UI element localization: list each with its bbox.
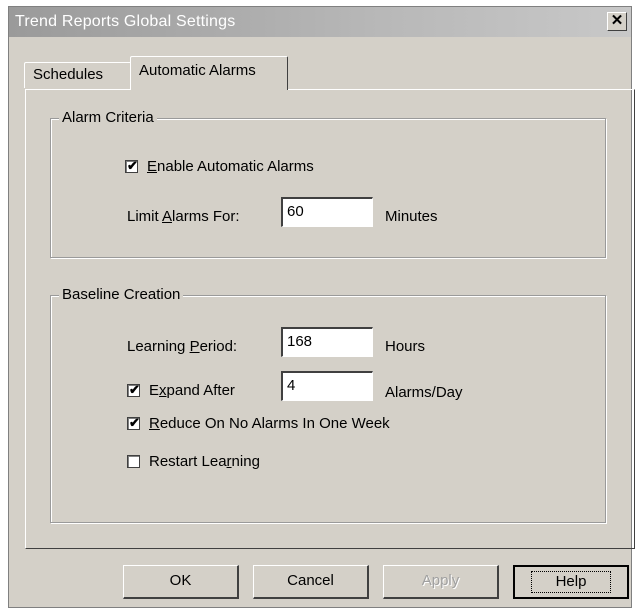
restart-learning-checkbox[interactable] [127, 455, 140, 468]
apply-button[interactable]: Apply [383, 565, 499, 599]
help-button-label: Help [530, 571, 612, 593]
learning-period-input[interactable]: 168 [281, 327, 373, 357]
cancel-button[interactable]: Cancel [253, 565, 369, 599]
reduce-on-no-alarms-checkbox[interactable]: ✔ [127, 415, 140, 430]
group-title: Baseline Creation [59, 286, 184, 304]
reduce-on-no-alarms-row: ✔ Reduce On No Alarms In One Week [127, 415, 390, 432]
minutes-unit-label: Minutes [385, 208, 438, 225]
tab-label: Schedules [33, 66, 104, 83]
expand-after-label[interactable]: Expand After [149, 382, 235, 399]
restart-learning-label[interactable]: Restart Learning [149, 453, 260, 470]
expand-after-input[interactable]: 4 [281, 371, 373, 401]
expand-after-row: ✔ Expand After [127, 382, 235, 399]
hours-unit-label: Hours [385, 338, 426, 355]
close-icon: ✕ [610, 12, 624, 29]
tab-panel-automatic-alarms: Alarm Criteria ✔ Enable Automatic Alarms… [25, 89, 635, 549]
ok-button[interactable]: OK [123, 565, 239, 599]
check-icon: ✔ [129, 382, 140, 397]
enable-automatic-alarms-label[interactable]: Enable Automatic Alarms [147, 158, 314, 175]
enable-automatic-alarms-row: ✔ Enable Automatic Alarms [125, 158, 314, 175]
reduce-on-no-alarms-label[interactable]: Reduce On No Alarms In One Week [149, 415, 390, 432]
group-title: Alarm Criteria [59, 109, 157, 127]
learning-period-label: Learning Period: [127, 338, 238, 355]
baseline-creation-group: Baseline Creation Learning Period: 168 H… [50, 286, 606, 523]
tab-schedules[interactable]: Schedules [24, 62, 132, 88]
limit-alarms-label: Limit Alarms For: [127, 208, 240, 225]
check-icon: ✔ [129, 415, 140, 430]
expand-after-checkbox[interactable]: ✔ [127, 382, 140, 397]
alarms-per-day-unit-label: Alarms/Day [385, 384, 463, 401]
help-button[interactable]: Help [513, 565, 629, 599]
dialog-window: Trend Reports Global Settings ✕ Schedule… [8, 6, 635, 608]
tab-automatic-alarms[interactable]: Automatic Alarms [130, 56, 288, 90]
title-bar[interactable]: Trend Reports Global Settings ✕ [9, 7, 631, 37]
check-icon: ✔ [127, 158, 138, 173]
window-title: Trend Reports Global Settings [15, 13, 236, 30]
restart-learning-row: Restart Learning [127, 453, 260, 470]
close-button[interactable]: ✕ [607, 12, 627, 31]
tab-label: Automatic Alarms [139, 62, 256, 79]
alarm-criteria-group: Alarm Criteria ✔ Enable Automatic Alarms… [50, 109, 606, 258]
enable-automatic-alarms-checkbox[interactable]: ✔ [125, 158, 138, 173]
limit-alarms-input[interactable]: 60 [281, 197, 373, 227]
